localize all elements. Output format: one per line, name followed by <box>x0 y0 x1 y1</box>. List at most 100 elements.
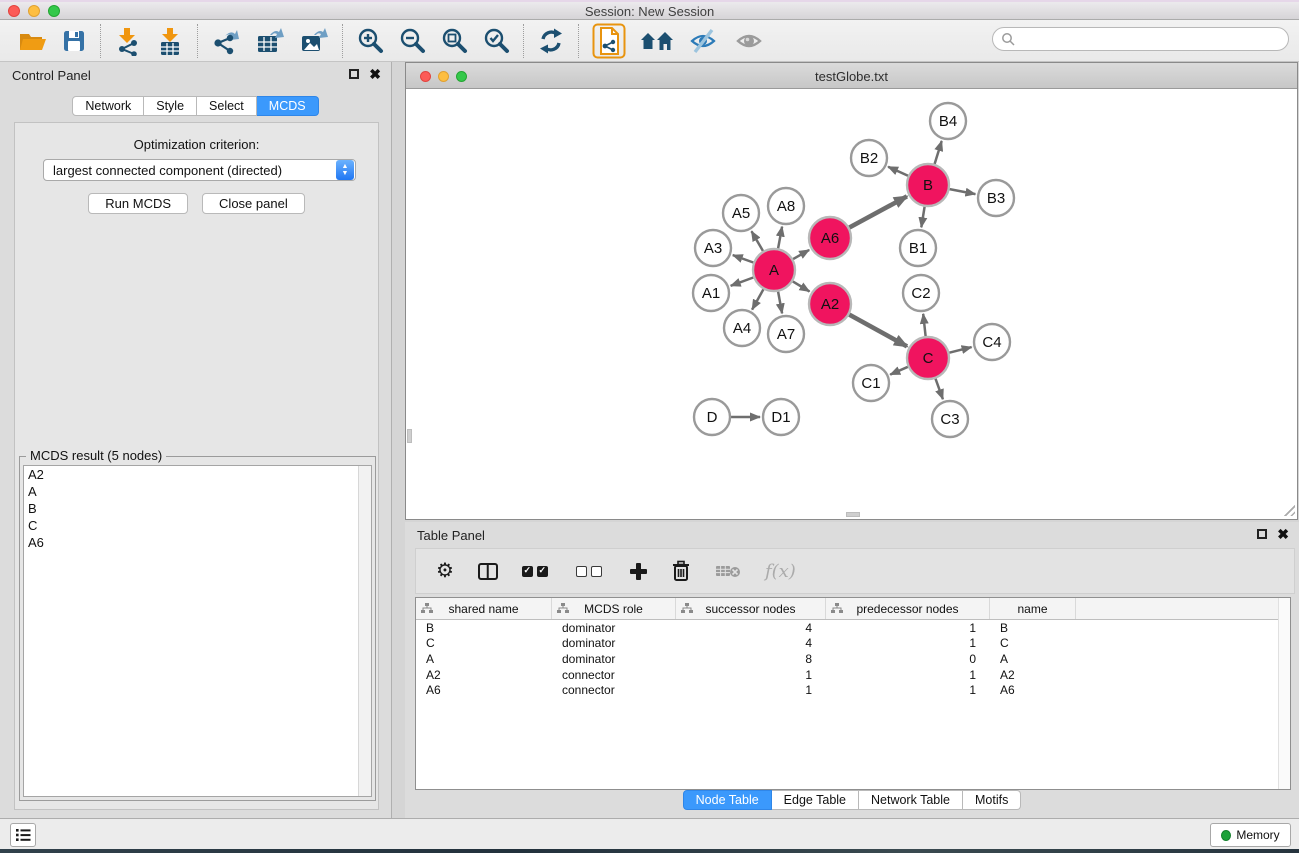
mcds-result-item[interactable]: A <box>24 483 371 500</box>
graph-edge-A-A2[interactable] <box>793 281 810 291</box>
zoom-in-button[interactable] <box>349 23 391 59</box>
close-panel-icon[interactable]: ✖ <box>369 68 381 80</box>
add-column-button[interactable] <box>630 563 647 580</box>
graph-edge-A-A7[interactable] <box>778 292 782 314</box>
graph-edge-B-B1[interactable] <box>921 207 924 228</box>
graph-node-A6[interactable]: A6 <box>809 217 851 259</box>
graph-edge-A-A3[interactable] <box>733 255 754 262</box>
float-table-panel-icon[interactable] <box>1257 529 1267 539</box>
export-table-button[interactable] <box>248 23 292 59</box>
show-columns-button[interactable] <box>478 563 498 580</box>
function-builder-button[interactable]: f(x) <box>765 561 796 582</box>
hide-panels-button[interactable] <box>681 23 727 59</box>
import-network-button[interactable] <box>107 23 149 59</box>
graph-edge-C-C1[interactable] <box>890 367 908 375</box>
graph-node-A7[interactable]: A7 <box>768 316 804 352</box>
network-file-button[interactable] <box>585 23 633 59</box>
import-table-button[interactable] <box>149 23 191 59</box>
mcds-list-scrollbar[interactable] <box>358 466 371 796</box>
export-image-button[interactable] <box>292 23 336 59</box>
graph-node-A3[interactable]: A3 <box>695 230 731 266</box>
deselect-all-button[interactable] <box>576 566 606 577</box>
mcds-result-item[interactable]: A6 <box>24 534 371 551</box>
graph-node-A2[interactable]: A2 <box>809 283 851 325</box>
delete-row-button[interactable] <box>671 560 691 582</box>
graph-edge-A6-B[interactable] <box>849 196 907 227</box>
canvas-vertical-scroll-handle[interactable] <box>407 429 412 443</box>
graph-node-B1[interactable]: B1 <box>900 230 936 266</box>
run-mcds-button[interactable]: Run MCDS <box>88 193 188 214</box>
delete-table-button[interactable] <box>715 564 741 578</box>
home-networks-button[interactable] <box>633 23 681 59</box>
graph-edge-B-B4[interactable] <box>935 141 942 164</box>
graph-edge-C-C4[interactable] <box>949 347 971 353</box>
open-session-button[interactable] <box>10 23 54 59</box>
graph-edge-A-A1[interactable] <box>731 278 754 286</box>
graph-node-A5[interactable]: A5 <box>723 195 759 231</box>
criterion-select[interactable]: largest connected component (directed) ▲… <box>43 159 356 181</box>
mcds-result-item[interactable]: A2 <box>24 466 371 483</box>
zoom-selected-button[interactable] <box>475 23 517 59</box>
tab-node-table[interactable]: Node Table <box>683 790 772 810</box>
canvas-horizontal-scroll-handle[interactable] <box>846 512 860 517</box>
graph-edge-A-A6[interactable] <box>793 250 809 259</box>
table-row-A6[interactable]: A6connector11A6 <box>416 682 1290 698</box>
graph-node-B2[interactable]: B2 <box>851 140 887 176</box>
close-table-panel-icon[interactable]: ✖ <box>1277 528 1289 540</box>
table-row-C[interactable]: Cdominator41C <box>416 636 1290 652</box>
graph-edge-B-B3[interactable] <box>950 189 976 194</box>
column-header-shared-name[interactable]: shared name <box>416 598 552 619</box>
column-header-name[interactable]: name <box>990 598 1076 619</box>
float-panel-icon[interactable] <box>349 69 359 79</box>
tab-motifs[interactable]: Motifs <box>963 790 1021 810</box>
table-row-B[interactable]: Bdominator41B <box>416 620 1290 636</box>
export-network-button[interactable] <box>204 23 248 59</box>
tab-mcds[interactable]: MCDS <box>257 96 319 116</box>
column-header-predecessor-nodes[interactable]: predecessor nodes <box>826 598 990 619</box>
graph-node-A1[interactable]: A1 <box>693 275 729 311</box>
network-canvas[interactable]: B4B2BB3A5A8A6B1A3AC2A1A2A4A7C4CC1DD1C3 <box>406 89 1297 518</box>
graph-node-C3[interactable]: C3 <box>932 401 968 437</box>
graph-node-A4[interactable]: A4 <box>724 310 760 346</box>
refresh-button[interactable] <box>530 23 572 59</box>
tab-network[interactable]: Network <box>72 96 144 116</box>
table-row-A2[interactable]: A2connector11A2 <box>416 667 1290 683</box>
graph-node-C4[interactable]: C4 <box>974 324 1010 360</box>
graph-edge-A-A8[interactable] <box>778 227 782 249</box>
graph-edge-A-A5[interactable] <box>752 231 764 251</box>
graph-node-C2[interactable]: C2 <box>903 275 939 311</box>
close-panel-button[interactable]: Close panel <box>202 193 305 214</box>
graph-node-A[interactable]: A <box>753 249 795 291</box>
graph-edge-B-B2[interactable] <box>888 167 908 176</box>
tab-network-table[interactable]: Network Table <box>859 790 963 810</box>
column-header-successor-nodes[interactable]: successor nodes <box>676 598 826 619</box>
select-all-button[interactable] <box>522 566 552 577</box>
table-settings-button[interactable]: ⚙ <box>436 561 454 581</box>
column-header-MCDS-role[interactable]: MCDS role <box>552 598 676 619</box>
mcds-result-item[interactable]: C <box>24 517 371 534</box>
graph-node-D[interactable]: D <box>694 399 730 435</box>
zoom-fit-button[interactable] <box>433 23 475 59</box>
graph-edge-C-C2[interactable] <box>923 314 925 336</box>
graph-edge-A-A4[interactable] <box>752 289 763 309</box>
graph-edge-C-C3[interactable] <box>936 379 943 400</box>
mcds-result-item[interactable]: B <box>24 500 371 517</box>
table-row-A[interactable]: Adominator80A <box>416 651 1290 667</box>
graph-node-C1[interactable]: C1 <box>853 365 889 401</box>
task-history-button[interactable] <box>10 823 36 847</box>
graph-node-B[interactable]: B <box>907 164 949 206</box>
tab-edge-table[interactable]: Edge Table <box>772 790 859 810</box>
save-session-button[interactable] <box>54 23 94 59</box>
mcds-result-list[interactable]: A2ABCA6 <box>23 465 372 797</box>
zoom-out-button[interactable] <box>391 23 433 59</box>
tab-select[interactable]: Select <box>197 96 257 116</box>
graph-node-D1[interactable]: D1 <box>763 399 799 435</box>
tab-style[interactable]: Style <box>144 96 197 116</box>
graph-node-B3[interactable]: B3 <box>978 180 1014 216</box>
memory-button[interactable]: Memory <box>1210 823 1291 847</box>
graph-node-B4[interactable]: B4 <box>930 103 966 139</box>
graph-edge-A2-C[interactable] <box>849 315 907 347</box>
search-box[interactable] <box>992 27 1289 51</box>
graph-node-A8[interactable]: A8 <box>768 188 804 224</box>
table-scrollbar[interactable] <box>1278 598 1290 789</box>
